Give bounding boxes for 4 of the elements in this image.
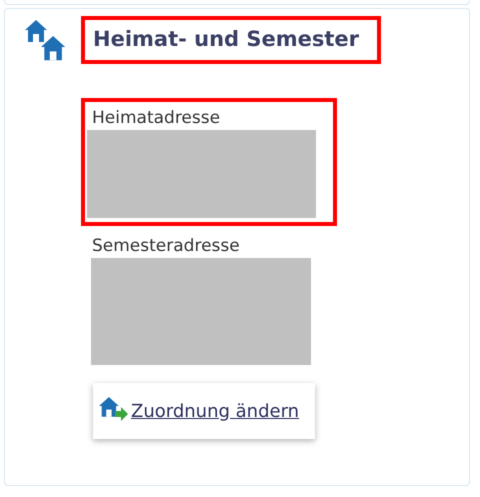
address-label: Heimatadresse <box>92 108 222 128</box>
change-assignment-link[interactable]: Zuordnung ändern <box>93 383 316 439</box>
address-label: Semesteradresse <box>92 236 241 256</box>
panel-title: Heimat- und Semester <box>81 16 382 64</box>
